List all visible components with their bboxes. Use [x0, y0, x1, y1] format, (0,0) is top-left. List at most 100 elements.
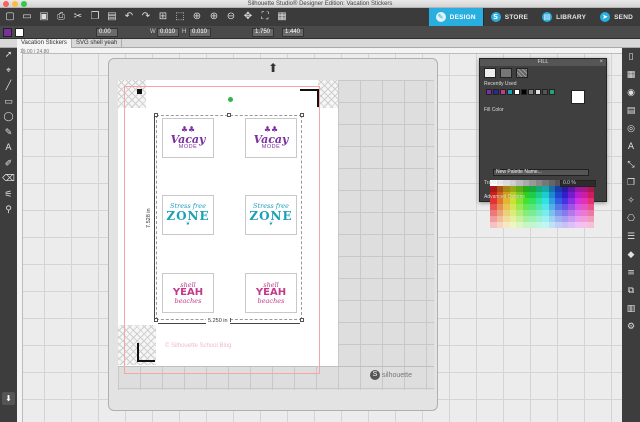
send-icon: ➤ [600, 12, 611, 22]
align-icon[interactable]: ≡ [622, 264, 640, 282]
text-style-icon[interactable]: A [622, 138, 640, 156]
color-palette-grid[interactable] [490, 180, 594, 228]
fill-panel: FILL × Recently Used Fill Color New Pale… [479, 58, 607, 228]
tab-store-label: STORE [504, 13, 529, 21]
print-icon[interactable]: ⎙ [55, 11, 67, 23]
zoom-icon[interactable]: ⊕ [191, 11, 203, 23]
maximize-window-button[interactable] [21, 1, 27, 7]
undo-icon[interactable]: ↶ [123, 11, 135, 23]
fill-color-icon[interactable]: ◉ [622, 84, 640, 102]
layers-icon[interactable]: ⧉ [622, 282, 640, 300]
palette-swatch[interactable] [587, 222, 594, 228]
w-field[interactable]: 0.010 [157, 28, 179, 37]
sticker-vacay-mode-1[interactable]: ♣♣ Vacay MODE [162, 118, 214, 158]
transform-icon[interactable]: ⤡ [622, 156, 640, 174]
pointer-icon[interactable]: ➚ [0, 48, 17, 64]
save-icon[interactable]: ▣ [38, 11, 50, 23]
recent-swatch[interactable] [514, 89, 520, 95]
leaf-flourish-icon: ❦ [185, 220, 191, 227]
offset-icon[interactable]: ✧ [622, 192, 640, 210]
resize-handle-se[interactable] [300, 318, 304, 322]
new-icon[interactable]: ▢ [4, 11, 16, 23]
pencil-tool-icon[interactable]: ✎ [0, 126, 17, 142]
w-label: W [150, 29, 156, 35]
tab-library[interactable]: ▤ LIBRARY [535, 8, 594, 26]
fill-solid-tab[interactable] [484, 68, 496, 78]
zoom-in-icon[interactable]: ⊕ [208, 11, 220, 23]
text-edit-icon[interactable]: ✐ [0, 157, 17, 173]
size-w-field[interactable]: 1.750 [252, 28, 274, 37]
open-icon[interactable]: ▭ [21, 11, 33, 23]
minimize-window-button[interactable] [12, 1, 18, 7]
trace-icon[interactable]: ⎔ [622, 210, 640, 228]
rotate-handle[interactable] [228, 97, 233, 102]
line-tool-icon[interactable]: ╱ [0, 79, 17, 95]
sticker-stress-free-zone-1[interactable]: Stress free ZONE ❦ [162, 195, 214, 235]
h-field[interactable]: 0.010 [189, 28, 211, 37]
eyedropper-icon[interactable]: ⚲ [0, 203, 17, 219]
fit-icon[interactable]: ⛶ [259, 11, 271, 23]
tab-design[interactable]: ✎ DESIGN [428, 8, 483, 26]
close-icon[interactable]: × [599, 59, 603, 66]
height-dimension-line [154, 115, 155, 320]
library-icon: ▤ [542, 12, 553, 22]
recent-swatch[interactable] [549, 89, 555, 95]
settings-icon[interactable]: ⚙ [622, 318, 640, 336]
recent-swatch[interactable] [535, 89, 541, 95]
sticker-shell-yeah-2[interactable]: shell YEAH beaches [245, 273, 297, 313]
fill-pattern-tab[interactable] [516, 68, 528, 78]
resize-handle-n[interactable] [227, 113, 231, 117]
transparency-field[interactable]: 0.0 % [560, 180, 596, 187]
sticker-vacay-mode-2[interactable]: ♣♣ Vacay MODE [245, 118, 297, 158]
page-setup-icon[interactable]: ▯ [622, 48, 640, 66]
sticker-stress-free-zone-2[interactable]: Stress free ZONE ❦ [245, 195, 297, 235]
grid-icon[interactable]: ▦ [276, 11, 288, 23]
doc-tab-vacation-stickers[interactable]: Vacation Stickers [17, 39, 72, 48]
tab-send[interactable]: ➤ SEND [593, 8, 640, 26]
replicate-icon[interactable]: ❐ [622, 174, 640, 192]
recent-swatch[interactable] [507, 89, 513, 95]
copy-icon[interactable]: ❐ [89, 11, 101, 23]
fill-color-indicator[interactable] [3, 28, 12, 37]
paste-icon[interactable]: ▤ [106, 11, 118, 23]
advanced-options-toggle[interactable]: Advanced Options [484, 194, 525, 200]
recent-swatch[interactable] [521, 89, 527, 95]
size-h-field[interactable]: 1.440 [282, 28, 304, 37]
knife-settings-icon[interactable]: ◆ [622, 246, 640, 264]
grid-settings-icon[interactable]: ▦ [622, 66, 640, 84]
recent-swatch[interactable] [500, 89, 506, 95]
new-palette-field[interactable]: New Palette Name... [493, 169, 589, 176]
zoom-out-icon[interactable]: ⊖ [225, 11, 237, 23]
redo-icon[interactable]: ↷ [140, 11, 152, 23]
close-window-button[interactable] [3, 1, 9, 7]
download-icon[interactable]: ⬇ [2, 392, 15, 405]
line-style-icon[interactable]: ◎ [622, 120, 640, 138]
eraser-icon[interactable]: ⌫ [0, 172, 17, 188]
text-tool-icon[interactable]: A [0, 141, 17, 157]
modify-icon[interactable]: ☰ [622, 228, 640, 246]
vertical-ruler [17, 48, 23, 422]
ellipse-tool-icon[interactable]: ◯ [0, 110, 17, 126]
sticker-shell-yeah-1[interactable]: shell YEAH beaches [162, 273, 214, 313]
recent-swatch[interactable] [528, 89, 534, 95]
cut-icon[interactable]: ✂ [72, 11, 84, 23]
registration-corner-top-right-v [317, 89, 319, 107]
resize-handle-ne[interactable] [300, 113, 304, 117]
edit-points-icon[interactable]: ⌖ [0, 64, 17, 80]
recent-swatch[interactable] [493, 89, 499, 95]
knife-icon[interactable]: ⚟ [0, 188, 17, 204]
select-icon[interactable]: ⬚ [174, 11, 186, 23]
tab-store[interactable]: S STORE [482, 8, 536, 26]
line-width-field[interactable]: 0.00 [96, 28, 118, 37]
fill-gradient-tab[interactable] [500, 68, 512, 78]
select-all-icon[interactable]: ⊞ [157, 11, 169, 23]
rectangle-tool-icon[interactable]: ▭ [0, 95, 17, 111]
window-controls[interactable] [3, 1, 27, 7]
pan-icon[interactable]: ✥ [242, 11, 254, 23]
library-panel-icon[interactable]: ▥ [622, 300, 640, 318]
recent-swatch[interactable] [486, 89, 492, 95]
line-color-indicator[interactable] [15, 28, 24, 37]
line-color-icon[interactable]: ▤ [622, 102, 640, 120]
doc-tab-svg-shell-yeah[interactable]: SVG shell yeah [72, 39, 123, 48]
recent-swatch[interactable] [542, 89, 548, 95]
